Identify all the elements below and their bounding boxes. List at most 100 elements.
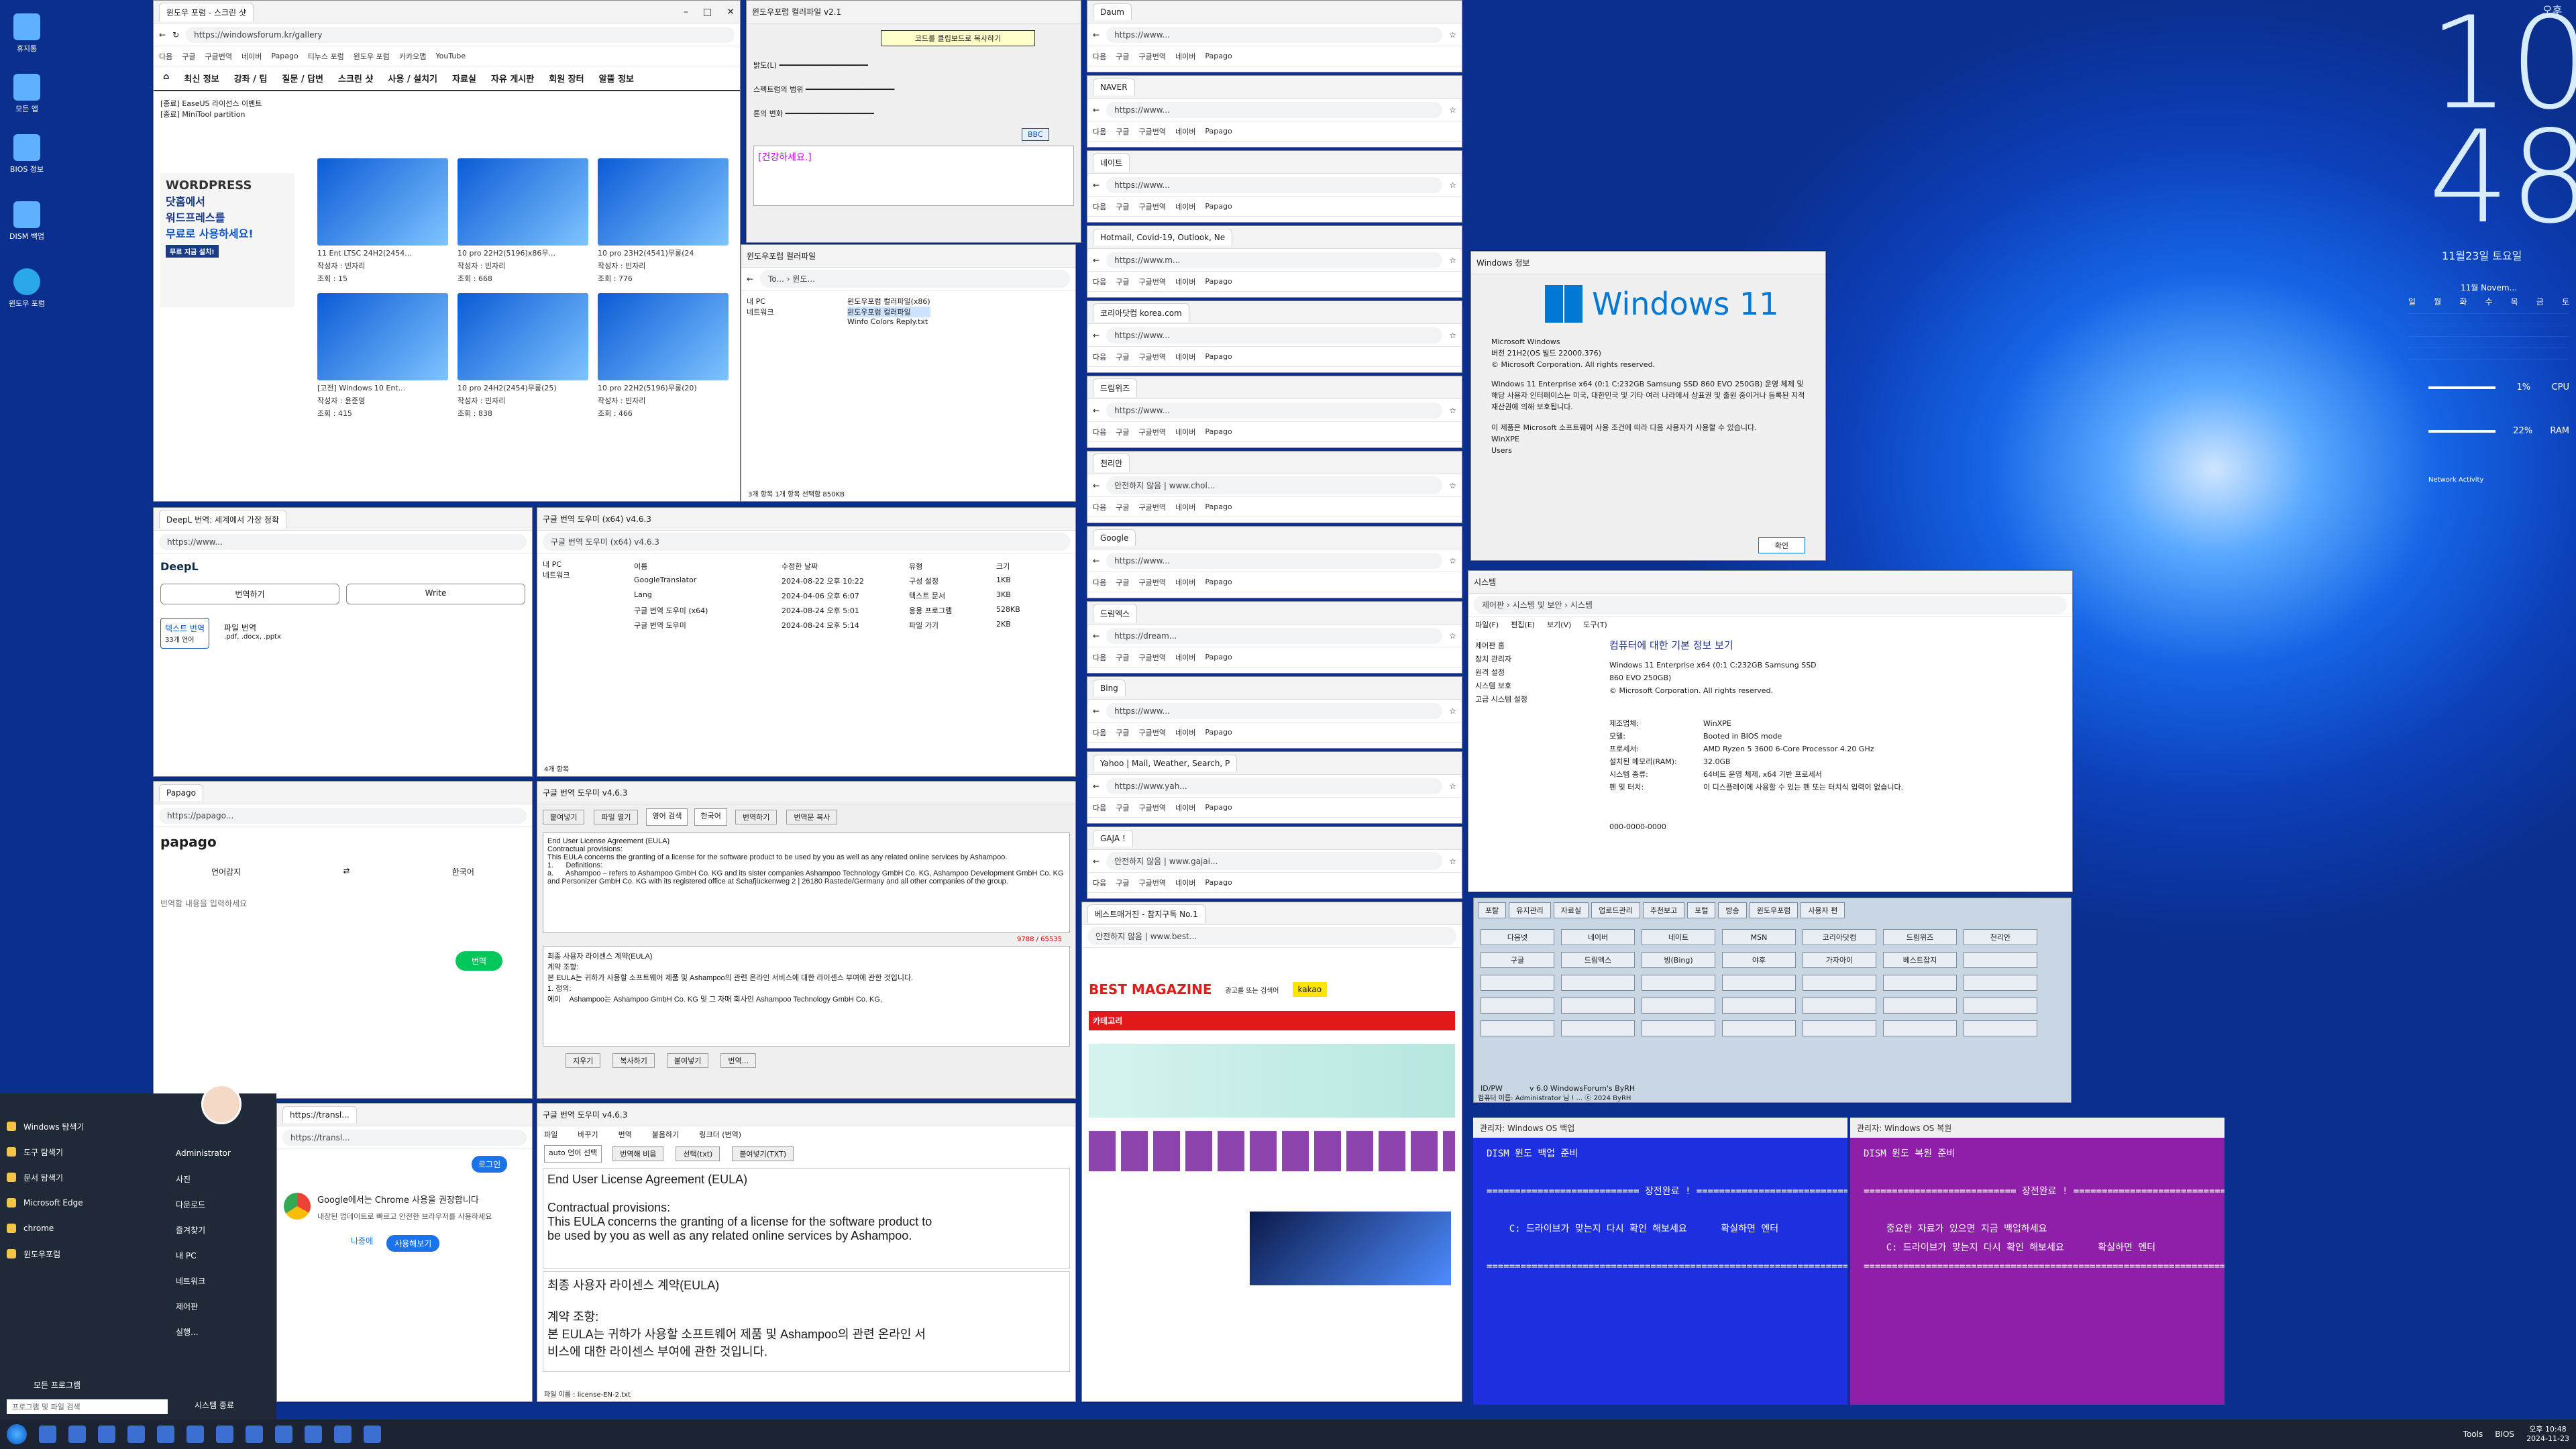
star-icon[interactable]: ☆ [1449, 481, 1456, 490]
close-icon[interactable]: ✕ [727, 7, 735, 17]
launcher-button[interactable] [1481, 998, 1554, 1014]
launcher-button[interactable] [1803, 998, 1876, 1014]
maximize-icon[interactable]: □ [703, 7, 712, 17]
tab-papago[interactable]: Papago [159, 784, 203, 801]
launcher-tab[interactable]: 방송 [1718, 902, 1747, 918]
bookmark-item[interactable]: 다음 [1093, 201, 1106, 212]
file-row[interactable]: GoogleTranslator 2024-08-22 오후 10:22 구성 설정… [634, 574, 1070, 588]
bookmark-item[interactable]: 구글 [1116, 652, 1129, 663]
swap-icon[interactable]: ⇄ [343, 866, 350, 877]
best-magazine-logo[interactable]: BEST MAGAZINE [1089, 981, 1212, 998]
launcher-button[interactable]: 다음넷 [1481, 929, 1554, 945]
address-bar[interactable]: https://www.m... [1106, 252, 1443, 268]
bookmark-item[interactable]: 구글번역 [1139, 126, 1166, 137]
target-language-select[interactable]: 한국어 [694, 808, 727, 826]
start-menu-item[interactable]: Microsoft Edge [7, 1190, 141, 1216]
start-search[interactable]: 프로그램 및 파일 검색 [7, 1399, 168, 1414]
lightness-row[interactable]: 밝도(L) ━━━━━━━━━━━━━━━━━━━━ [753, 60, 1074, 70]
launcher-button[interactable] [1964, 975, 2037, 991]
desktop-icon-all-apps[interactable]: 모든 앱 [5, 74, 48, 114]
launcher-button[interactable] [1481, 975, 1554, 991]
bookmark-item[interactable]: 구글 [1116, 51, 1129, 62]
start-menu-place[interactable]: 내 PC [176, 1242, 276, 1268]
menu-item[interactable]: 알뜰 정보 [599, 72, 634, 85]
bookmark-item[interactable]: 구글번역 [1139, 877, 1166, 888]
launcher-button[interactable]: 네이버 [1561, 929, 1635, 945]
bookmark-item[interactable]: 구글 [1116, 427, 1129, 437]
address-bar[interactable]: https://windowsforum.kr/gallery [186, 26, 735, 43]
file-item[interactable]: Winfo Colors Reply.txt [847, 317, 930, 326]
launcher-button[interactable]: 네이트 [1642, 929, 1715, 945]
bookmark-item[interactable]: 구글번역 [1139, 727, 1166, 738]
file-item[interactable]: 윈도우포럼 컬러파일(x86) [847, 296, 930, 307]
translation-textarea[interactable]: 최종 사용자 라이센스 계약(EULA) 계약 조항: 본 EULA는 귀하가 … [543, 946, 1070, 1046]
launcher-button[interactable]: 드림엑스 [1561, 952, 1635, 968]
menu-item[interactable]: 질문 / 답변 [282, 72, 323, 85]
launcher-tab[interactable]: 윈도우포럼 [1749, 902, 1799, 918]
launcher-tab[interactable]: 추천보고 [1642, 902, 1685, 918]
gallery-item[interactable]: 10 pro 23H2(4541)무롱(24 작성자 : 빈자리 조회 : 776 [598, 158, 729, 284]
browser-tab[interactable]: Google [1093, 529, 1136, 546]
launcher-button[interactable] [1883, 1020, 1957, 1036]
bookmark-item[interactable]: 다음 [1093, 802, 1106, 813]
file-row[interactable]: Lang 2024-04-06 오후 6:07 텍스트 문서 3KB [634, 588, 1070, 603]
address-bar[interactable]: https://www... [159, 533, 527, 550]
bookmark-item[interactable]: 구글 [1116, 352, 1129, 362]
start-menu-place[interactable]: 사진 [176, 1166, 276, 1191]
browser-tab[interactable]: GAJA ! [1093, 830, 1133, 847]
address-bar[interactable]: 안전하지 않음 | www.chol... [1106, 476, 1443, 494]
text-translate-option[interactable]: 텍스트 번역 33개 언어 [160, 618, 210, 649]
desktop-icon-forum[interactable]: 윈도우 포럼 [5, 268, 48, 309]
launcher-tab[interactable]: 포탈 [1478, 902, 1507, 918]
back-icon[interactable]: ← [1093, 406, 1099, 415]
clear-button[interactable]: 지우기 [566, 1053, 601, 1068]
launcher-tab[interactable]: 업로드관리 [1591, 902, 1640, 918]
star-icon[interactable]: ☆ [1449, 556, 1456, 566]
bookmark-item[interactable]: YouTube [435, 52, 466, 60]
bookmark-item[interactable]: 구글번역 [1139, 577, 1166, 588]
bookmark-item[interactable]: Papago [1205, 427, 1232, 436]
bookmark-item[interactable]: 다음 [1093, 577, 1106, 588]
bookmark-item[interactable]: 다음 [1093, 51, 1106, 62]
star-icon[interactable]: ☆ [1449, 706, 1456, 716]
translate-button[interactable]: 번역 [455, 951, 502, 971]
source-textarea[interactable]: End User License Agreement (EULA) Contra… [543, 1168, 1070, 1269]
bookmark-item[interactable]: Papago [1205, 803, 1232, 812]
launcher-button[interactable] [1803, 975, 1876, 991]
tray-tools[interactable]: Tools [2463, 1430, 2483, 1439]
menu-item[interactable]: 회원 장터 [549, 72, 584, 85]
star-icon[interactable]: ☆ [1449, 782, 1456, 791]
gallery-item[interactable]: 10 pro 24H2(2454)무롱(25) 작성자 : 빈자리 조회 : 838 [458, 293, 588, 419]
taskbar-app-icon[interactable] [186, 1426, 204, 1443]
menu-item[interactable]: 강좌 / 팁 [234, 72, 268, 85]
bookmark-item[interactable]: 네이버 [1175, 727, 1195, 738]
browser-tab[interactable]: 네이트 [1093, 152, 1130, 172]
launcher-button[interactable]: 가자아이 [1803, 952, 1876, 968]
bookmark-item[interactable]: Papago [1205, 277, 1232, 286]
bookmark-item[interactable]: 구글번역 [1139, 51, 1166, 62]
star-icon[interactable]: ☆ [1449, 256, 1456, 265]
file-row[interactable]: 구글 번역 도우미 (x64) 2024-08-24 오후 5:01 응용 프로그램… [634, 603, 1070, 618]
login-button[interactable]: 로그인 [472, 1156, 508, 1173]
address-bar[interactable]: https://www... [1106, 402, 1443, 419]
address-bar[interactable]: https://dream... [1106, 627, 1443, 644]
bookmark-item[interactable]: 구글 [1116, 802, 1129, 813]
bookmark-item[interactable]: Papago [1205, 52, 1232, 60]
launcher-button[interactable]: 드림위즈 [1883, 929, 1957, 945]
browser-tab[interactable]: 드림엑스 [1093, 603, 1138, 623]
source-language[interactable]: 언어감지 [211, 866, 241, 877]
start-menu-item[interactable]: 문서 탐색기 [7, 1165, 141, 1190]
bookmark-item[interactable]: 구글 [1116, 727, 1129, 738]
launcher-button[interactable] [1883, 998, 1957, 1014]
launcher-button[interactable] [1803, 1020, 1876, 1036]
language-select[interactable]: auto 언어 선택 [544, 1145, 602, 1163]
launcher-tab[interactable]: 유지관리 [1509, 902, 1551, 918]
bookmark-item[interactable]: 구글번역 [1139, 352, 1166, 362]
back-icon[interactable]: ← [1093, 256, 1099, 265]
nav-item[interactable]: 내 PC [747, 296, 847, 307]
translate-tab[interactable]: 번역하기 [160, 584, 339, 604]
start-menu-place[interactable]: 실행... [176, 1319, 276, 1344]
best-search[interactable]: 광고를 또는 검색어 [1226, 985, 1279, 995]
star-icon[interactable]: ☆ [1449, 331, 1456, 340]
back-icon[interactable]: ← [1093, 30, 1099, 40]
